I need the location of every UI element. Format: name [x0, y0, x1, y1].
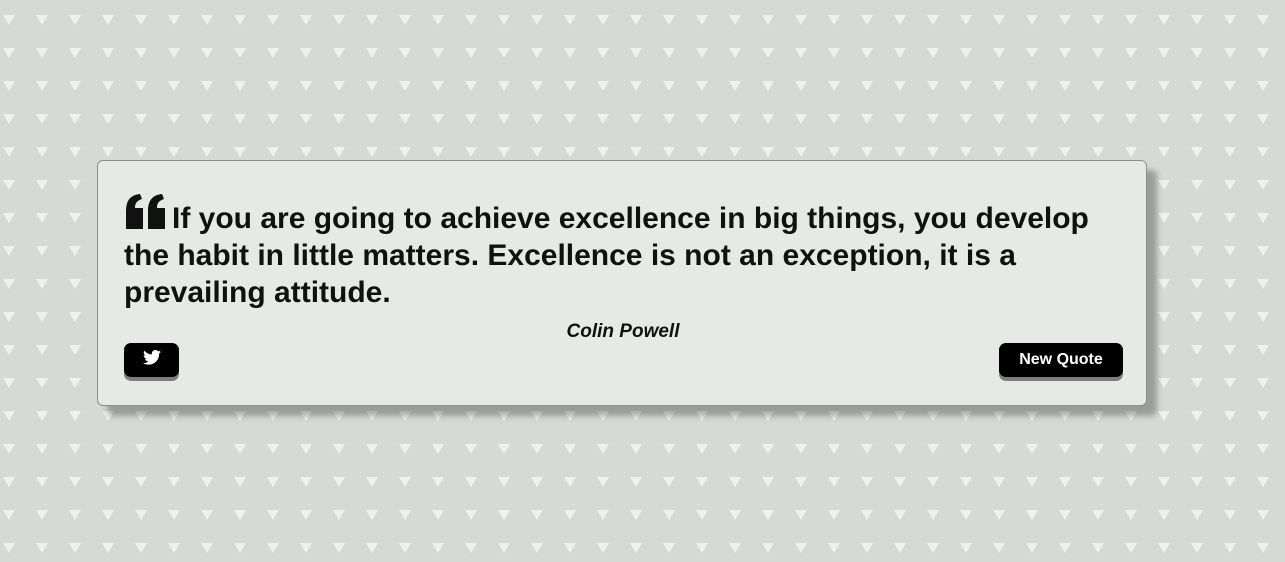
new-quote-button[interactable]: New Quote	[999, 343, 1123, 377]
twitter-icon	[142, 350, 161, 370]
quote-card: If you are going to achieve excellence i…	[97, 160, 1147, 406]
quote-text-block: If you are going to achieve excellence i…	[124, 193, 1134, 311]
tweet-button[interactable]	[124, 343, 179, 377]
quote-text: If you are going to achieve excellence i…	[124, 202, 1089, 309]
quote-author: Colin Powell	[566, 321, 680, 342]
quote-left-icon	[124, 193, 169, 229]
